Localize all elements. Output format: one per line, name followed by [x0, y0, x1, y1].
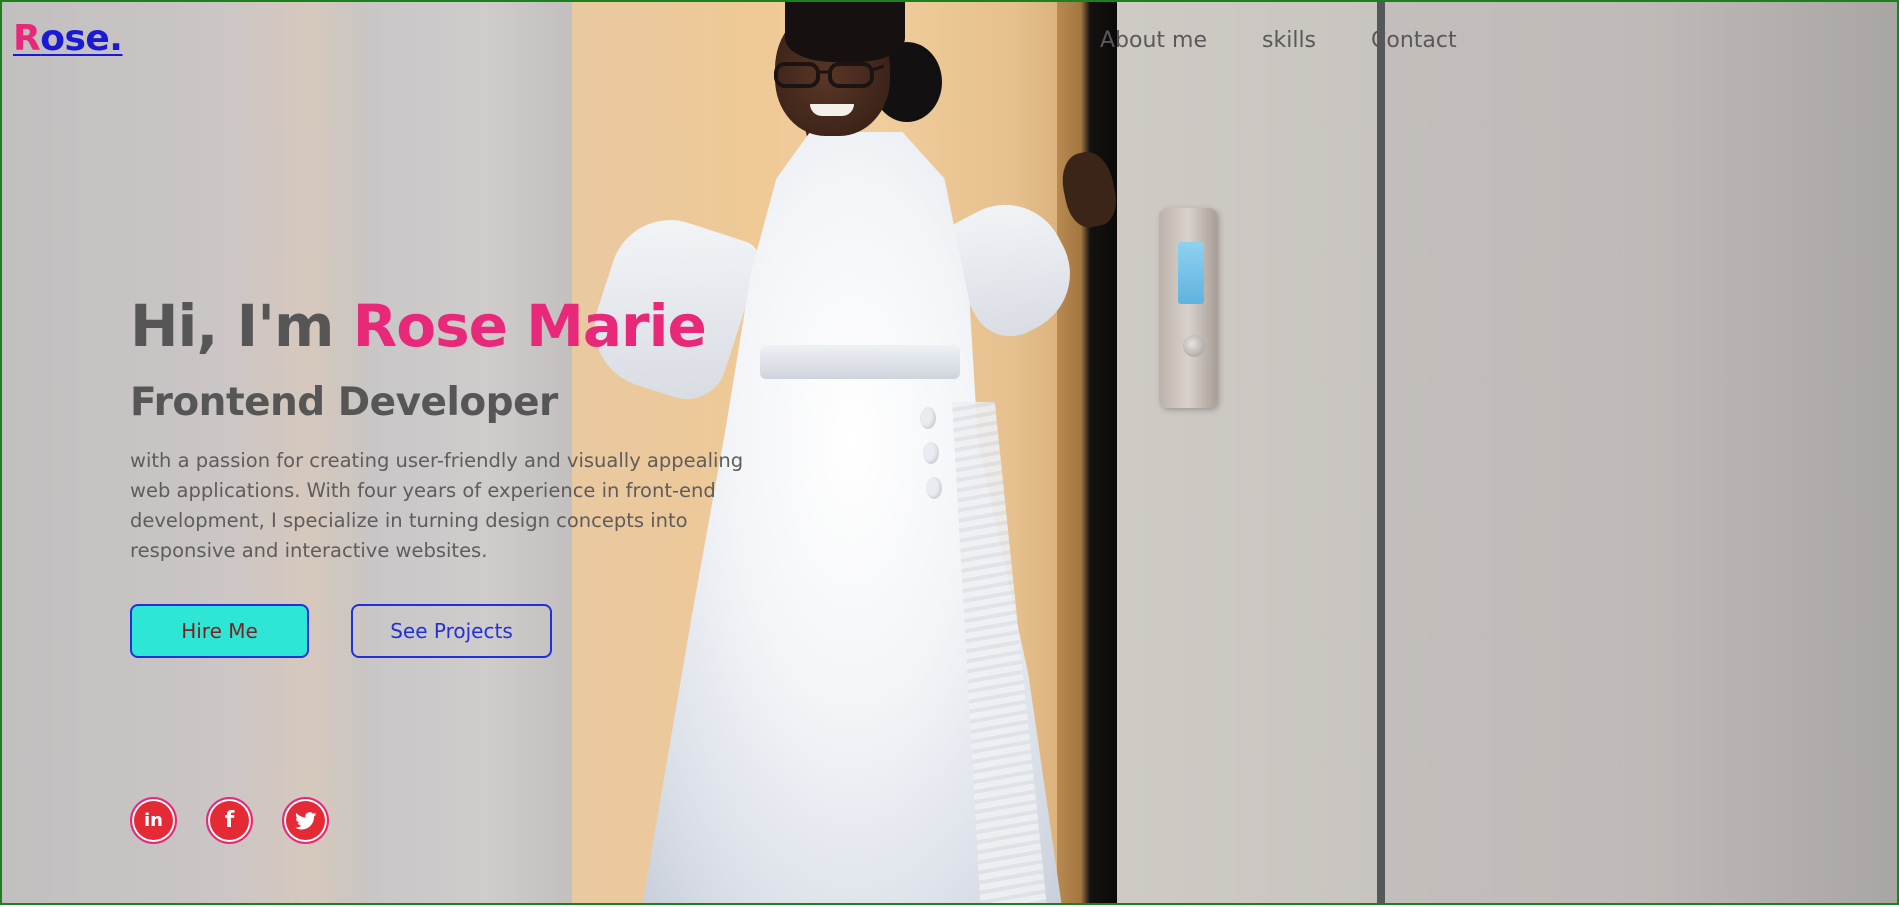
facebook-link[interactable]: f: [206, 797, 253, 844]
hero-name: Rose Marie: [352, 292, 707, 360]
hero-section: Rose. About me skills Contact Hi, I'm Ro…: [0, 0, 1899, 905]
hero-heading: Hi, I'm Rose Marie: [130, 292, 707, 360]
twitter-link[interactable]: [282, 797, 329, 844]
figure-glasses: [774, 62, 884, 88]
elevator-call-panel: [1159, 208, 1217, 408]
hire-me-button[interactable]: Hire Me: [130, 604, 309, 658]
elevator-call-button: [1183, 335, 1205, 357]
background-door-frame: [1057, 2, 1117, 903]
figure-hair: [785, 2, 905, 62]
nav-link-contact[interactable]: Contact: [1371, 28, 1457, 53]
logo-text: ose.: [40, 18, 123, 59]
hero-bio: with a passion for creating user-friendl…: [130, 449, 744, 562]
hero-greeting: Hi, I'm: [130, 292, 353, 360]
linkedin-icon: in: [144, 809, 163, 831]
main-nav: About me skills Contact: [1100, 28, 1512, 53]
hero-role: Frontend Developer: [130, 380, 558, 425]
nav-link-about[interactable]: About me: [1100, 28, 1207, 53]
figure-smile: [810, 104, 854, 116]
linkedin-link[interactable]: in: [130, 797, 177, 844]
background-wall-far: [1385, 2, 1897, 903]
twitter-icon: [294, 811, 316, 829]
see-projects-button[interactable]: See Projects: [351, 604, 552, 658]
elevator-display: [1178, 242, 1204, 304]
background-wall-seam: [1377, 2, 1385, 903]
facebook-icon: f: [224, 807, 235, 833]
figure-belt: [760, 345, 960, 379]
nav-link-skills[interactable]: skills: [1262, 28, 1316, 53]
site-logo[interactable]: Rose.: [13, 18, 123, 59]
logo-initial: R: [13, 18, 41, 59]
background-wall-right: [1117, 2, 1387, 903]
